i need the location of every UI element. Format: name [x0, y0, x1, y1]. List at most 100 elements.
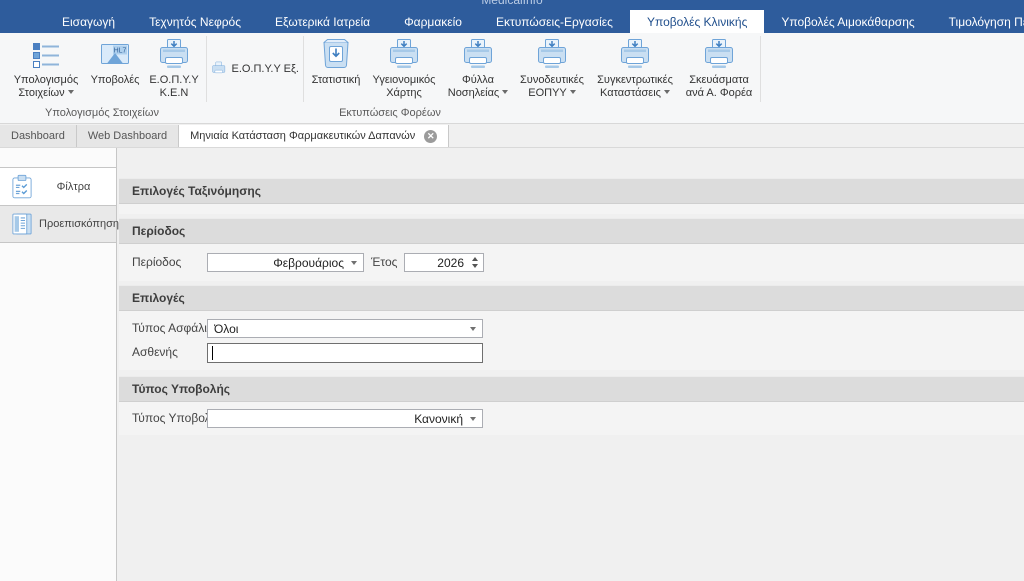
patient-input-wrap	[207, 343, 483, 363]
ribbon-separator	[206, 36, 207, 102]
button-label: Φύλλα	[462, 74, 494, 87]
ribbon-tab-ektyposeis-ergasies[interactable]: Εκτυπώσεις-Εργασίες	[479, 10, 630, 33]
chevron-down-icon	[470, 327, 476, 331]
printer-icon	[211, 59, 226, 79]
button-label: Υποβολές	[91, 74, 140, 87]
year-label: Έτος	[371, 253, 397, 272]
button-label: ανά Α. Φορέα	[686, 87, 753, 100]
button-label: Ε.Ο.Π.Υ.Υ	[149, 74, 198, 87]
ribbon: Υπολογισμός Στοιχείων HL7 Υποβολές	[0, 33, 1024, 124]
button-label: Σκευάσματα	[689, 74, 749, 87]
printer-icon	[535, 38, 569, 72]
section-period: Περίοδος Περίοδος Φεβρουάριος Έτος 2026	[119, 218, 1024, 281]
year-value: 2026	[411, 256, 470, 270]
section-options: Επιλογές Τύπος Ασφάλισης Όλοι Ασθενής	[119, 285, 1024, 370]
section-header: Περίοδος	[119, 218, 1024, 244]
hl7-monitor-icon: HL7	[98, 38, 132, 72]
clipboard-check-icon	[9, 174, 35, 200]
button-label: Στατιστική	[312, 74, 361, 87]
ribbon-group-label: Εκτυπώσεις Φορέων	[295, 107, 485, 122]
ribbon-tab-bar: Εισαγωγή Τεχνητός Νεφρός Εξωτερικά Ιατρε…	[0, 10, 1024, 33]
text-cursor	[212, 346, 213, 360]
submission-type-combobox[interactable]: Κανονική	[207, 409, 483, 428]
statistics-button[interactable]: Στατιστική	[306, 33, 366, 87]
printer-icon	[702, 38, 736, 72]
spin-down-icon[interactable]	[472, 264, 478, 268]
dropdown-caret-icon	[68, 90, 74, 94]
period-combobox[interactable]: Φεβρουάριος	[207, 253, 364, 272]
button-label: Υγειονομικός	[373, 74, 436, 87]
chevron-down-icon	[351, 261, 357, 265]
preparations-per-agency-button[interactable]: Σκευάσματα ανά Α. Φορέα	[680, 33, 758, 100]
nursing-sheets-button[interactable]: Φύλλα Νοσηλείας	[442, 33, 514, 100]
sidebar-item-filters[interactable]: Φίλτρα	[0, 167, 116, 206]
submission-type-value: Κανονική	[214, 412, 470, 426]
ribbon-group-separator	[303, 36, 304, 102]
spin-up-icon[interactable]	[472, 257, 478, 261]
svg-text:HL7: HL7	[114, 48, 127, 55]
spinner-buttons[interactable]	[470, 257, 480, 268]
printer-icon	[387, 38, 421, 72]
accompanying-eopyy-button[interactable]: Συνοδευτικές ΕΟΠΥΥ	[514, 33, 590, 100]
patient-input[interactable]	[208, 344, 482, 362]
ribbon-tab-exoterika-iatreia[interactable]: Εξωτερικά Ιατρεία	[258, 10, 387, 33]
button-label: Νοσηλείας	[448, 87, 508, 100]
printer-icon	[618, 38, 652, 72]
app-window: MedicalInfo Εισαγωγή Τεχνητός Νεφρός Εξω…	[0, 0, 1024, 581]
section-header: Επιλογές	[119, 285, 1024, 311]
button-label: Στοιχείων	[18, 87, 73, 100]
section-submission-type: Τύπος Υποβολής Τύπος Υποβολής Κανονική	[119, 376, 1024, 435]
sidebar-item-label: Προεπισκόπηση	[39, 218, 119, 230]
button-label: Συνοδευτικές	[520, 74, 584, 87]
ribbon-tab-texnitos-nefros[interactable]: Τεχνητός Νεφρός	[132, 10, 258, 33]
dropdown-caret-icon	[570, 90, 576, 94]
section-sorting-options: Επιλογές Ταξινόμησης	[119, 178, 1024, 214]
ribbon-group-separator	[760, 36, 761, 102]
sidebar-item-label: Φίλτρα	[39, 181, 108, 193]
filters-panel: Επιλογές Ταξινόμησης Περίοδος Περίοδος Φ…	[117, 148, 1024, 581]
button-label: Συγκεντρωτικές	[597, 74, 673, 87]
submissions-button[interactable]: HL7 Υποβολές	[86, 33, 144, 87]
eopyy-ken-button[interactable]: Ε.Ο.Π.Υ.Υ Κ.Ε.Ν	[144, 33, 204, 100]
ribbon-tab-farmakeio[interactable]: Φαρμακείο	[387, 10, 479, 33]
ribbon-tab-ypovoles-aimokatharsis[interactable]: Υποβολές Αιμοκάθαρσης	[764, 10, 931, 33]
dropdown-caret-icon	[664, 90, 670, 94]
insurance-type-combobox[interactable]: Όλοι	[207, 319, 483, 338]
sidebar-item-preview[interactable]: Προεπισκόπηση	[0, 206, 116, 243]
insurance-type-value: Όλοι	[214, 322, 470, 336]
ribbon-group-label: Υπολογισμός Στοιχείων	[4, 107, 200, 122]
inbox-icon	[319, 38, 353, 72]
list-icon	[29, 38, 63, 72]
health-map-button[interactable]: Υγειονομικός Χάρτης	[366, 33, 442, 100]
main-area: Φίλτρα Προεπισκόπηση Επιλογές Ταξινόμηση…	[0, 148, 1024, 581]
period-label: Περίοδος	[132, 253, 181, 272]
year-spinner[interactable]: 2026	[404, 253, 484, 272]
tab-monthly-pharma-statement[interactable]: Μηνιαία Κατάσταση Φαρμακευτικών Δαπανών …	[179, 125, 449, 147]
preview-icon	[9, 211, 35, 237]
sidebar: Φίλτρα Προεπισκόπηση	[0, 148, 117, 581]
ribbon-tab-ypovoles-klinikis[interactable]: Υποβολές Κλινικής	[630, 10, 764, 33]
ribbon-tab-eisagogi[interactable]: Εισαγωγή	[45, 10, 132, 33]
ribbon-tab-timologisi-peristatikou[interactable]: Τιμολόγηση Περιστατικού	[932, 10, 1024, 33]
eopyy-ex-button[interactable]: Ε.Ο.Π.Υ.Υ Εξ.	[211, 54, 299, 84]
summary-statements-button[interactable]: Συγκεντρωτικές Καταστάσεις	[590, 33, 680, 100]
calc-elements-button[interactable]: Υπολογισμός Στοιχείων	[6, 33, 86, 100]
window-title: MedicalInfo	[0, 0, 1024, 7]
tab-web-dashboard[interactable]: Web Dashboard	[77, 125, 179, 147]
button-label: Υπολογισμός	[14, 74, 79, 87]
printer-icon	[157, 38, 191, 72]
patient-label: Ασθενής	[132, 343, 178, 362]
section-header: Επιλογές Ταξινόμησης	[119, 178, 1024, 204]
document-tab-bar: Dashboard Web Dashboard Μηνιαία Κατάστασ…	[0, 125, 1024, 148]
chevron-down-icon	[470, 417, 476, 421]
titlebar: MedicalInfo Εισαγωγή Τεχνητός Νεφρός Εξω…	[0, 0, 1024, 33]
tab-dashboard[interactable]: Dashboard	[0, 125, 77, 147]
printer-icon	[461, 38, 495, 72]
button-label: Ε.Ο.Π.Υ.Υ Εξ.	[231, 63, 299, 76]
button-label: Χάρτης	[386, 87, 422, 100]
button-label: Καταστάσεις	[600, 87, 670, 100]
section-header: Τύπος Υποβολής	[119, 376, 1024, 402]
period-value: Φεβρουάριος	[214, 256, 351, 270]
dropdown-caret-icon	[502, 90, 508, 94]
close-icon[interactable]: ✕	[424, 130, 437, 143]
